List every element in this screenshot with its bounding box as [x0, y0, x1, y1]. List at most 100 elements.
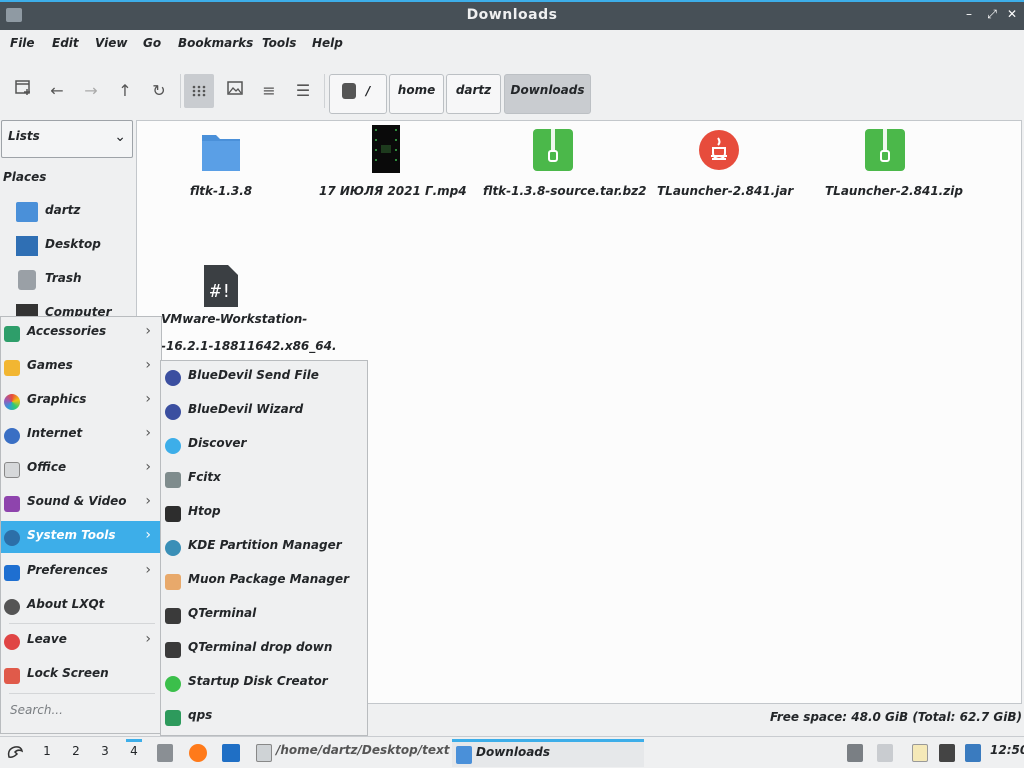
maximize-button[interactable]: ⤢: [985, 6, 999, 22]
menu-sound-video[interactable]: Sound & Video ›: [1, 487, 161, 519]
submenu-fcitx[interactable]: Fcitx: [161, 463, 367, 497]
bluetooth-icon: [165, 370, 181, 386]
lock-icon: [4, 668, 20, 684]
menu-lock-screen[interactable]: Lock Screen: [1, 659, 161, 691]
place-trash[interactable]: Trash: [16, 268, 134, 292]
breadcrumb-downloads[interactable]: Downloads: [504, 74, 591, 114]
submenu-startup-disk-creator[interactable]: Startup Disk Creator: [161, 667, 367, 701]
menu-bookmarks[interactable]: Bookmarks: [178, 36, 253, 50]
submenu-bluedevil-send-file[interactable]: BlueDevil Send File: [161, 361, 367, 395]
folder-icon: [456, 746, 472, 764]
reload-icon[interactable]: ↻: [146, 78, 172, 104]
usb-creator-icon: [165, 676, 181, 692]
up-arrow-icon[interactable]: ↑: [112, 78, 138, 104]
eject-icon[interactable]: [847, 744, 863, 762]
chevron-right-icon: ›: [145, 631, 151, 647]
games-icon: [4, 360, 20, 376]
menu-system-tools[interactable]: System Tools ›: [1, 521, 161, 553]
submenu-qterminal[interactable]: QTerminal: [161, 599, 367, 633]
htop-icon: [165, 506, 181, 522]
menu-help[interactable]: Help: [312, 36, 343, 50]
menu-search-input[interactable]: Search...: [10, 703, 63, 717]
forward-arrow-icon[interactable]: →: [78, 78, 104, 104]
firefox-icon[interactable]: [189, 744, 207, 762]
accessories-icon: [4, 326, 20, 342]
toolbar-separator: [324, 74, 325, 108]
compact-view-icon[interactable]: ≡: [256, 78, 282, 104]
free-space-label: Free space: 48.0 GiB (Total: 62.7 GiB): [769, 710, 1022, 724]
menu-go[interactable]: Go: [143, 36, 161, 50]
archive-icon: [533, 129, 573, 171]
menu-tools[interactable]: Tools: [262, 36, 296, 50]
graphics-icon: [4, 394, 20, 410]
notification-icon[interactable]: [965, 744, 981, 762]
script-file-icon: #!: [204, 265, 238, 307]
menu-view[interactable]: View: [95, 36, 127, 50]
menu-office[interactable]: Office ›: [1, 453, 161, 485]
menu-leave[interactable]: Leave ›: [1, 625, 161, 657]
new-window-icon[interactable]: [10, 78, 36, 104]
submenu-qterminal-drop-down[interactable]: QTerminal drop down: [161, 633, 367, 667]
thumbnail-view-icon[interactable]: [222, 78, 248, 104]
menu-about-lxqt[interactable]: About LXQt: [1, 590, 161, 622]
menu-internet[interactable]: Internet ›: [1, 419, 161, 451]
text-editor-icon: [256, 744, 272, 762]
qps-icon: [165, 710, 181, 726]
submenu-discover[interactable]: Discover: [161, 429, 367, 463]
chevron-right-icon: ›: [145, 391, 151, 407]
menu-games[interactable]: Games ›: [1, 351, 161, 383]
menu-accessories[interactable]: Accessories ›: [1, 317, 161, 349]
network-icon[interactable]: [939, 744, 955, 762]
main-menu-icon[interactable]: [6, 743, 24, 761]
detailed-list-icon[interactable]: ☰: [290, 78, 316, 104]
desktop-3[interactable]: 3: [97, 744, 113, 758]
keyboard-icon: [165, 472, 181, 488]
menu-preferences[interactable]: Preferences ›: [1, 556, 161, 588]
clipboard-icon[interactable]: [912, 744, 928, 762]
icon-view-button[interactable]: [184, 74, 214, 108]
place-dartz[interactable]: dartz: [16, 200, 134, 224]
breadcrumb-dartz[interactable]: dartz: [446, 74, 501, 114]
toolbar-separator: [180, 74, 181, 108]
breadcrumb-root[interactable]: /: [329, 74, 387, 114]
menu-separator: [9, 693, 155, 694]
submenu-muon-package-manager[interactable]: Muon Package Manager: [161, 565, 367, 599]
submenu-bluedevil-wizard[interactable]: BlueDevil Wizard: [161, 395, 367, 429]
trash-icon: [18, 270, 36, 290]
menu-graphics[interactable]: Graphics ›: [1, 385, 161, 417]
clock[interactable]: 12:50: [990, 743, 1024, 757]
submenu-qps[interactable]: qps: [161, 701, 367, 735]
preferences-icon: [4, 565, 20, 581]
submenu-htop[interactable]: Htop: [161, 497, 367, 531]
task-text-editor[interactable]: /home/dartz/Desktop/text: [252, 739, 449, 767]
back-arrow-icon[interactable]: ←: [44, 78, 70, 104]
show-desktop-icon[interactable]: [222, 744, 240, 762]
place-desktop[interactable]: Desktop: [16, 234, 134, 258]
file-manager-icon[interactable]: [157, 744, 173, 762]
close-button[interactable]: ✕: [1005, 6, 1019, 22]
menu-separator: [9, 623, 155, 624]
breadcrumb-home[interactable]: home: [389, 74, 444, 114]
submenu-kde-partition-manager[interactable]: KDE Partition Manager: [161, 531, 367, 565]
window-titlebar[interactable]: Downloads – ⤢ ✕: [0, 0, 1024, 30]
terminal-icon: [165, 642, 181, 658]
system-tools-submenu: BlueDevil Send File BlueDevil Wizard Dis…: [160, 360, 368, 736]
desktop-2[interactable]: 2: [68, 744, 84, 758]
application-menu: Accessories › Games › Graphics › Internet › …: [0, 316, 162, 734]
places-header: Places: [3, 170, 47, 184]
menu-file[interactable]: File: [10, 36, 35, 50]
internet-icon: [4, 428, 20, 444]
volume-icon[interactable]: [877, 744, 893, 762]
menu-edit[interactable]: Edit: [52, 36, 79, 50]
gear-icon: [4, 530, 20, 546]
chevron-right-icon: ›: [145, 562, 151, 578]
chevron-right-icon: ›: [145, 493, 151, 509]
video-file-icon: [372, 125, 400, 173]
side-pane-mode-dropdown[interactable]: Lists ⌄: [1, 120, 133, 158]
desktop-1[interactable]: 1: [39, 744, 55, 758]
minimize-button[interactable]: –: [962, 6, 976, 22]
desktop-4[interactable]: 4: [126, 739, 142, 758]
toolbar: ← → ↑ ↻ ≡ ☰ / home dartz Downloads: [0, 62, 1024, 118]
task-downloads[interactable]: Downloads: [452, 739, 644, 767]
java-icon: [699, 130, 739, 170]
